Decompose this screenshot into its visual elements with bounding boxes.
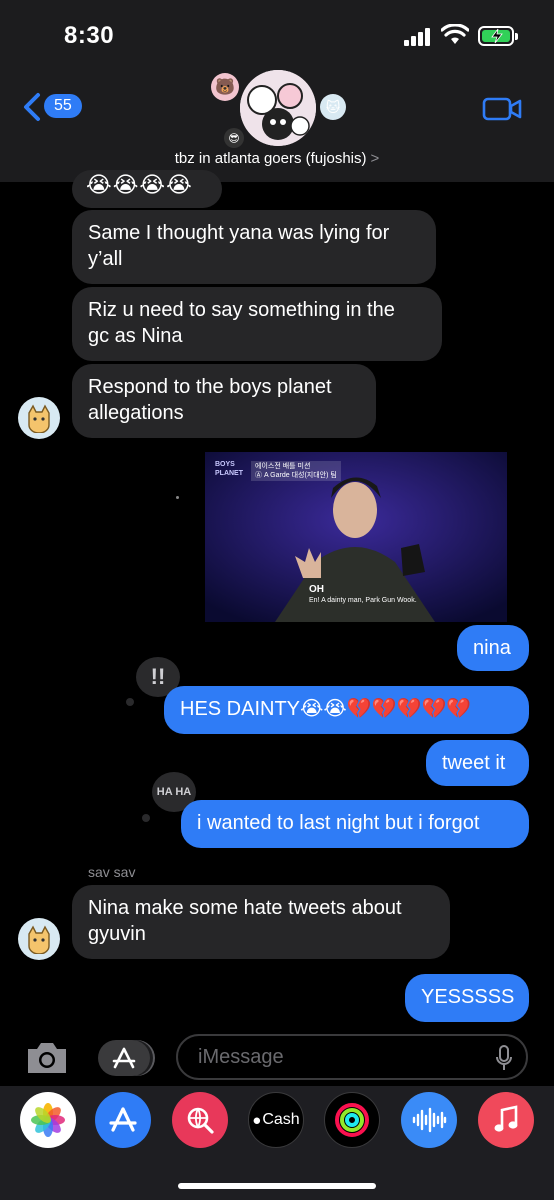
photo-badge: BOYS PLANET <box>215 461 243 477</box>
decorative-dot <box>176 496 179 499</box>
chevron-right-icon[interactable]: > <box>371 150 380 167</box>
sent-message[interactable]: i wanted to last night but i forgot <box>181 800 529 848</box>
member-avatar-cat: 🐱 <box>320 94 346 120</box>
camera-icon[interactable] <box>24 1041 70 1075</box>
apple-logo-icon: ● <box>252 1111 262 1129</box>
photo-caption: En! A dainty man, Park Gun Wook. <box>309 597 417 604</box>
sender-name-label: sav sav <box>88 864 136 880</box>
app-store-icon <box>112 1047 136 1069</box>
audio-message-app-button[interactable] <box>401 1092 457 1148</box>
app-store-app-button[interactable] <box>95 1092 151 1148</box>
status-time: 8:30 <box>64 22 115 49</box>
group-avatar[interactable] <box>240 70 316 146</box>
tapback-tail <box>142 814 150 822</box>
shared-photo[interactable]: BOYS PLANET 에이스전 배틀 미션 Ⓐ A Garde 대성(지대안) 팀… <box>205 452 507 622</box>
sender-avatar[interactable] <box>18 397 60 439</box>
received-message-emoji[interactable]: 😭😭😭😭 <box>72 170 222 208</box>
sender-avatar[interactable] <box>18 918 60 960</box>
received-message[interactable]: Same I thought yana was lying for y’all <box>72 210 436 284</box>
group-name[interactable]: tbz in atlanta goers (fujoshis) > <box>0 150 554 167</box>
activity-app-button[interactable] <box>324 1092 380 1148</box>
sent-message[interactable]: YESSSSS <box>405 974 529 1022</box>
music-note-icon <box>494 1105 518 1132</box>
received-message[interactable]: Nina make some hate tweets about gyuvin <box>72 885 450 959</box>
imessage-placeholder: iMessage <box>198 1046 284 1068</box>
received-message[interactable]: Respond to the boys planet allegations <box>72 364 376 438</box>
received-message[interactable]: Riz u need to say something in the gc as … <box>72 287 442 361</box>
battery-icon <box>478 26 518 46</box>
sent-message[interactable]: tweet it <box>426 740 529 786</box>
wifi-icon <box>441 24 469 44</box>
conversation-header: 8:30 55 🐻 🐱 😎 tbz in atlanta goers (fujo <box>0 0 554 182</box>
video-call-icon[interactable] <box>482 96 522 122</box>
photos-icon <box>31 1103 65 1137</box>
member-avatar-bear: 🐻 <box>211 73 239 101</box>
imessage-input[interactable]: iMessage <box>176 1034 528 1080</box>
app-store-button[interactable] <box>98 1040 150 1076</box>
music-app-button[interactable] <box>478 1092 534 1148</box>
image-search-app-button[interactable] <box>172 1092 228 1148</box>
home-indicator <box>178 1183 376 1189</box>
globe-search-icon <box>187 1107 214 1134</box>
member-avatar-small: 😎 <box>224 128 244 148</box>
app-store-icon <box>109 1107 137 1132</box>
signal-icon <box>404 28 432 46</box>
apple-cash-app-button[interactable]: ● Cash <box>248 1092 304 1148</box>
cash-label: Cash <box>262 1111 300 1128</box>
microphone-icon[interactable] <box>496 1045 512 1071</box>
back-chevron-icon[interactable] <box>22 92 42 122</box>
back-count-badge[interactable]: 55 <box>44 94 82 118</box>
tapback-tail <box>126 698 134 706</box>
activity-rings-icon <box>335 1103 369 1137</box>
sent-message[interactable]: HES DAINTY😭😭💔💔💔💔💔 <box>164 686 529 734</box>
photos-app-button[interactable] <box>20 1092 76 1148</box>
sent-message[interactable]: nina <box>457 625 529 671</box>
photo-overlay-text: OH <box>309 584 324 595</box>
waveform-icon <box>412 1107 447 1133</box>
photo-header: 에이스전 배틀 미션 Ⓐ A Garde 대성(지대안) 팀 <box>251 461 341 481</box>
